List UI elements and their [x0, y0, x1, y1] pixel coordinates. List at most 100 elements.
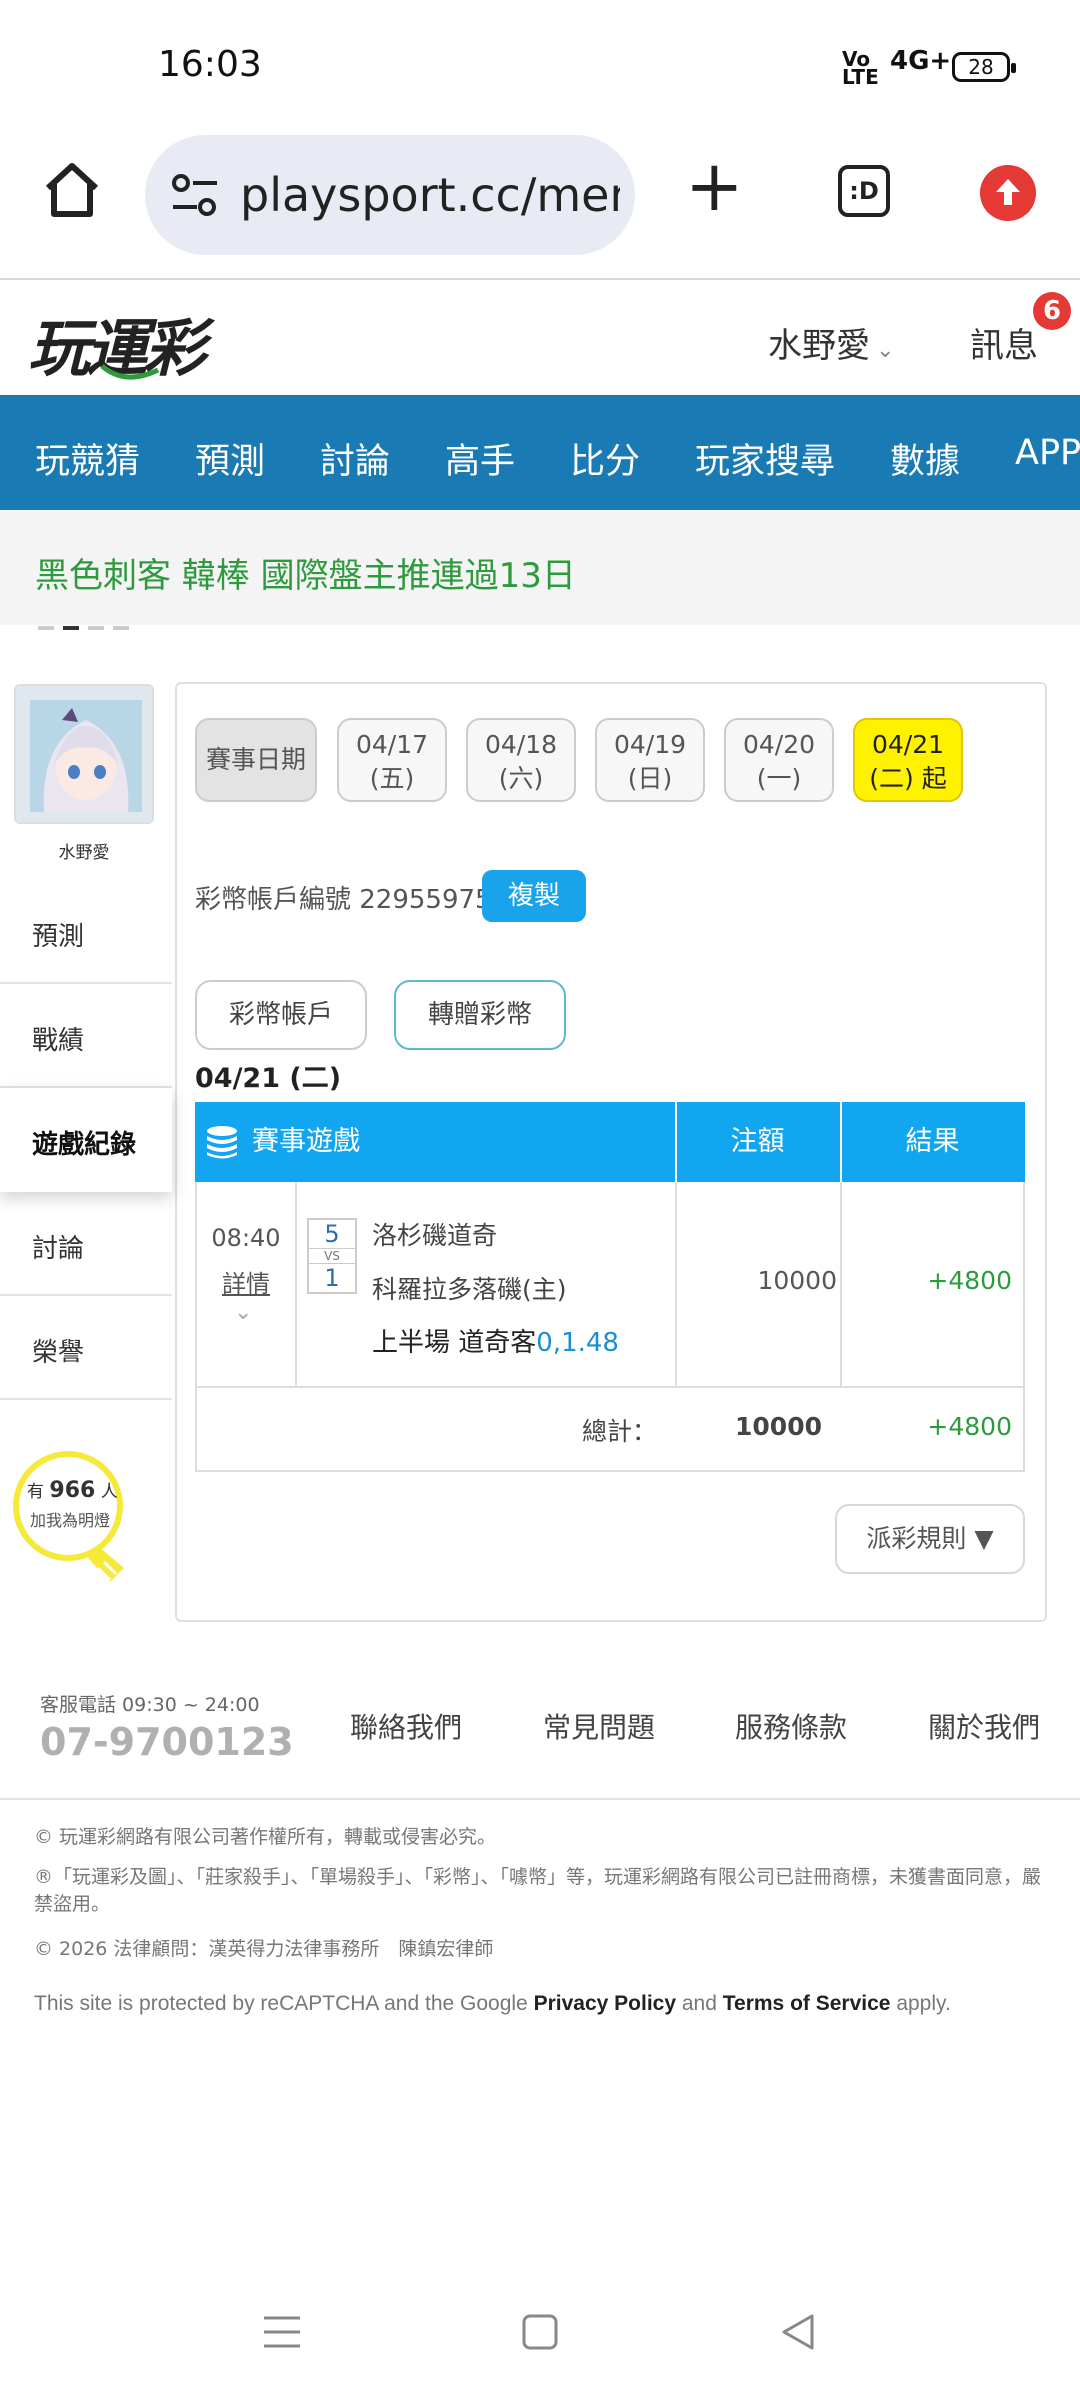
carousel-dot[interactable]: [88, 626, 104, 630]
address-bar[interactable]: playsport.cc/men: [145, 135, 635, 255]
sidebar-item-predict[interactable]: 預測: [0, 880, 172, 984]
nav-item[interactable]: 高手: [445, 433, 515, 484]
footer-link-faq[interactable]: 常見問題: [543, 1706, 655, 1746]
date-filter-label: 賽事日期: [195, 718, 317, 802]
nav-item[interactable]: 玩家搜尋: [695, 433, 835, 484]
recaptcha-notice: This site is protected by reCAPTCHA and …: [34, 1990, 1054, 2017]
user-menu[interactable]: 水野愛 ⌄: [768, 318, 894, 367]
carousel-dot[interactable]: [113, 626, 129, 630]
bet-description: 上半場 道奇客0,1.48: [372, 1322, 619, 1359]
update-icon[interactable]: [980, 165, 1036, 221]
footer-links-bar: 客服電話 09:30 ~ 24:00 07-9700123 聯絡我們 常見問題 …: [0, 1680, 1080, 1800]
date-button[interactable]: 04/20 (一): [724, 718, 834, 802]
nav-item[interactable]: 數據: [890, 433, 960, 484]
nav-item[interactable]: APP: [1015, 433, 1080, 473]
vs-label: VS: [309, 1248, 355, 1264]
service-hours: 客服電話 09:30 ~ 24:00: [40, 1694, 260, 1716]
bet-odds: 0,1.48: [536, 1328, 619, 1358]
site-header: 玩運彩 水野愛 ⌄ 訊息 6: [0, 280, 1080, 395]
detail-link[interactable]: 詳情: [197, 1264, 295, 1299]
tab-transfer-coins[interactable]: 轉贈彩幣: [394, 980, 566, 1050]
battery-icon: 28: [952, 52, 1016, 82]
nav-item[interactable]: 討論: [320, 433, 390, 484]
total-amount: 10000: [735, 1412, 822, 1441]
menu-icon[interactable]: [262, 2312, 302, 2352]
date-value: 04/21: [871, 730, 945, 759]
status-bar: 16:03 Vo LTE 4G+ 28: [0, 0, 1080, 130]
sidebar-item-discussion[interactable]: 討論: [0, 1192, 172, 1296]
date-button-selected[interactable]: 04/21 (二) 起: [853, 718, 963, 802]
recaptcha-text: This site is protected by reCAPTCHA and …: [34, 1992, 528, 2015]
home-icon[interactable]: [40, 158, 104, 222]
coins-icon: [207, 1126, 237, 1159]
sidebar-item-game-history[interactable]: 遊戲紀錄: [0, 1088, 172, 1192]
footer-link-terms[interactable]: 服務條款: [735, 1706, 847, 1746]
news-marquee: 黑色刺客 韓棒 國際盤主推連過13日: [0, 510, 1080, 630]
main-nav: 玩競猜 預測 討論 高手 比分 玩家搜尋 數據 APP: [0, 395, 1080, 510]
date-weekday: (一): [756, 764, 802, 793]
date-value: 04/20: [742, 730, 816, 759]
url-text: playsport.cc/men: [240, 168, 620, 222]
away-team-name: 洛杉磯道奇: [372, 1221, 498, 1250]
chevron-down-icon[interactable]: ⌄: [234, 1300, 252, 1325]
home-team-number: 1: [324, 1264, 340, 1292]
header-amount: 注額: [730, 1126, 785, 1157]
tab-switcher-button[interactable]: :D: [838, 165, 890, 217]
terms-of-service-link[interactable]: Terms of Service: [723, 1992, 891, 2015]
bet-amount: 10000: [757, 1266, 837, 1295]
footer-link-contact[interactable]: 聯絡我們: [350, 1706, 462, 1746]
total-label: 總計：: [581, 1417, 657, 1446]
trademark-text: ®「玩運彩及圖」、「莊家殺手」、「單場殺手」、「彩幣」、「噱幣」等，玩運彩網路有…: [34, 1866, 1042, 1915]
nav-item[interactable]: 比分: [570, 433, 640, 484]
date-weekday: (六): [498, 764, 544, 793]
carousel-dot[interactable]: [63, 626, 79, 630]
new-tab-icon[interactable]: +: [685, 151, 744, 221]
bet-type: 上半場 道奇客: [372, 1328, 537, 1358]
site-settings-icon[interactable]: [171, 173, 219, 217]
carousel-dots: [38, 615, 138, 634]
table-row: 08:40 詳情 ⌄ 5 VS 1 洛杉磯道奇 科羅拉多落磯(主) 上半場 道奇…: [195, 1182, 1025, 1388]
game-history-panel: 賽事日期 04/17 (五) 04/18 (六) 04/19 (日) 04/20 (一)…: [175, 682, 1047, 1622]
follow-lamp-button[interactable]: 有 966 人 加我為明燈: [12, 1450, 142, 1600]
service-phone[interactable]: 07-9700123: [40, 1720, 294, 1764]
away-team-number: 5: [324, 1220, 340, 1248]
lamp-count: 966: [49, 1478, 96, 1503]
date-button[interactable]: 04/18 (六): [466, 718, 576, 802]
tab-coin-account[interactable]: 彩幣帳戶: [195, 980, 367, 1050]
nav-item[interactable]: 預測: [195, 433, 265, 484]
clock: 16:03: [158, 44, 262, 85]
volte-indicator: Vo LTE: [842, 47, 879, 89]
sidebar-item-record[interactable]: 戰績: [0, 984, 172, 1088]
copy-button[interactable]: 複製: [482, 870, 586, 922]
selected-date-title: 04/21 (二): [195, 1063, 342, 1094]
sidebar-item-honor[interactable]: 榮譽: [0, 1296, 172, 1400]
signal-icon: 4G+: [890, 46, 952, 76]
home-nav-icon[interactable]: [520, 2312, 560, 2352]
lawyer-text: © 2026 法律顧問：漢英得力法律事務所 陳鎮宏律師: [34, 1938, 494, 1960]
date-value: 04/18: [484, 730, 558, 759]
row-divider: [295, 1182, 297, 1386]
avatar[interactable]: [14, 684, 154, 824]
copyright-text: © 玩運彩網路有限公司著作權所有，轉載或侵害必究。: [34, 1826, 497, 1848]
footer-link-about[interactable]: 關於我們: [928, 1706, 1040, 1746]
table-total-row: 總計： 10000 +4800: [195, 1388, 1025, 1472]
date-button[interactable]: 04/17 (五): [337, 718, 447, 802]
lamp-count-line: 有 966 人: [27, 1478, 118, 1503]
messages-link[interactable]: 訊息: [970, 318, 1038, 367]
payout-rules-button[interactable]: 派彩規則 ▼: [835, 1504, 1025, 1574]
header-game: 賽事遊戲: [252, 1126, 360, 1157]
table-header: 賽事遊戲 注額 結果: [195, 1102, 1025, 1182]
date-weekday: (日): [627, 764, 673, 793]
privacy-policy-link[interactable]: Privacy Policy: [534, 1992, 676, 2015]
game-time: 08:40: [211, 1224, 281, 1252]
recaptcha-text: and: [681, 1992, 717, 2015]
date-button[interactable]: 04/19 (日): [595, 718, 705, 802]
marquee-text[interactable]: 黑色刺客 韓棒 國際盤主推連過13日: [35, 548, 576, 597]
lamp-caption: 加我為明燈: [30, 1511, 111, 1530]
header-result: 結果: [905, 1126, 960, 1157]
home-team-name: 科羅拉多落磯(主): [372, 1275, 567, 1304]
back-icon[interactable]: [778, 2312, 818, 2352]
user-menu-name: 水野愛: [768, 326, 870, 366]
carousel-dot[interactable]: [38, 626, 54, 630]
nav-item[interactable]: 玩競猜: [35, 433, 140, 484]
